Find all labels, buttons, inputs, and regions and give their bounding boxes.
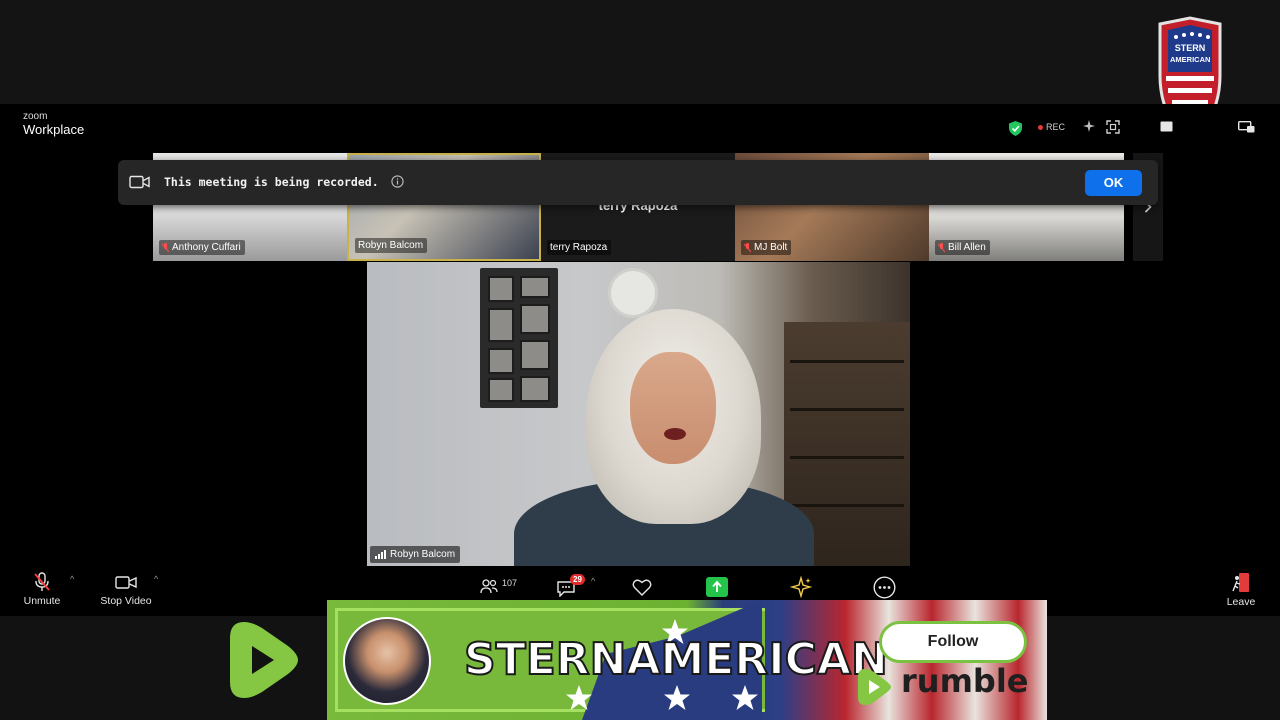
speaker-view-icon[interactable] [1238,121,1255,133]
audio-options-caret-icon[interactable]: ^ [70,574,74,584]
signal-strength-icon [375,550,386,559]
participant-name-tag: Bill Allen [935,240,990,255]
recording-indicator[interactable]: REC [1038,122,1065,132]
shield-text-bottom: AMERICAN [1170,55,1211,64]
unmute-label: Unmute [23,595,61,607]
participant-name-tag: MJ Bolt [741,240,792,255]
chat-options-caret-icon[interactable]: ^ [591,576,595,586]
participants-icon[interactable] [480,578,498,594]
participants-count: 107 [502,578,518,588]
leave-label: Leave [1226,596,1256,608]
mic-muted-icon [162,242,169,252]
participant-name: MJ Bolt [754,242,788,253]
star-icon [732,685,758,710]
zoom-logo-big: Workplace [23,122,85,137]
stop-video-label: Stop Video [100,595,152,607]
shield-text-top: STERN [1174,43,1206,53]
share-screen-icon[interactable] [706,577,728,597]
mic-muted-icon [34,572,50,591]
ok-button[interactable]: OK [1085,170,1142,196]
mic-muted-icon [938,242,945,252]
star-icon [566,685,592,710]
participant-name: Bill Allen [948,242,986,253]
stop-video-button[interactable]: Stop Video [96,572,156,607]
channel-brand-text: STERNAMERICAN [463,633,889,686]
ai-sparkle-icon[interactable] [790,576,812,598]
mic-muted-icon [744,242,751,252]
fullscreen-icon[interactable] [1106,120,1120,134]
heart-reaction-icon[interactable] [632,578,652,596]
participant-name: Robyn Balcom [358,240,424,251]
participant-name-tag: Robyn Balcom [355,238,428,253]
top-letterbox [0,0,1280,104]
video-options-caret-icon[interactable]: ^ [154,574,158,584]
participant-name: Anthony Cuffari [172,242,241,253]
video-camera-icon [129,175,150,189]
rumble-mini-logo [858,669,891,705]
star-icon [664,685,690,710]
encryption-shield-icon[interactable] [1009,121,1022,136]
wall-photo-frames [480,268,558,408]
rec-dot-icon [1038,124,1043,130]
stream-overlay-bar: STERNAMERICAN Follow rumble [0,600,1280,720]
recording-notice-text: This meeting is being recorded. [164,175,379,189]
rec-label: REC [1046,122,1066,132]
zoom-workplace-logo: zoom Workplace [23,111,85,137]
leave-button[interactable]: Leave [1222,572,1260,608]
speaker-face [630,352,716,464]
ai-companion-icon[interactable] [1083,120,1095,132]
channel-promo-banner: STERNAMERICAN Follow rumble [327,600,1047,720]
video-camera-icon [115,576,137,589]
chat-unread-badge: 29 [570,574,585,585]
info-icon[interactable] [391,175,404,188]
unmute-button[interactable]: Unmute [20,572,64,607]
follow-button[interactable]: Follow [879,621,1027,663]
active-speaker-video[interactable]: Robyn Balcom [367,262,910,566]
speaker-mouth [664,428,686,440]
screen: STERN AMERICAN zoom Workplace REC Anthon… [0,0,1280,720]
wall-clock [608,268,658,318]
rumble-wordmark: rumble [901,662,1029,700]
speaker-name-tag: Robyn Balcom [370,546,461,563]
participant-name: terry Rapoza [550,242,608,253]
view-toggle-icon[interactable] [1160,121,1173,132]
participant-name-tag: Anthony Cuffari [159,240,245,255]
recording-notice-banner: This meeting is being recorded. OK [118,160,1158,205]
leave-door-icon [1232,573,1249,592]
zoom-window: zoom Workplace REC Anthony Cuffari Robyn… [0,104,1280,616]
more-options-icon[interactable] [873,576,896,599]
host-avatar [343,617,431,705]
speaker-name: Robyn Balcom [390,549,456,560]
rumble-play-logo[interactable] [222,616,302,704]
participant-name-tag: terry Rapoza [547,240,612,255]
zoom-logo-small: zoom [23,111,48,122]
